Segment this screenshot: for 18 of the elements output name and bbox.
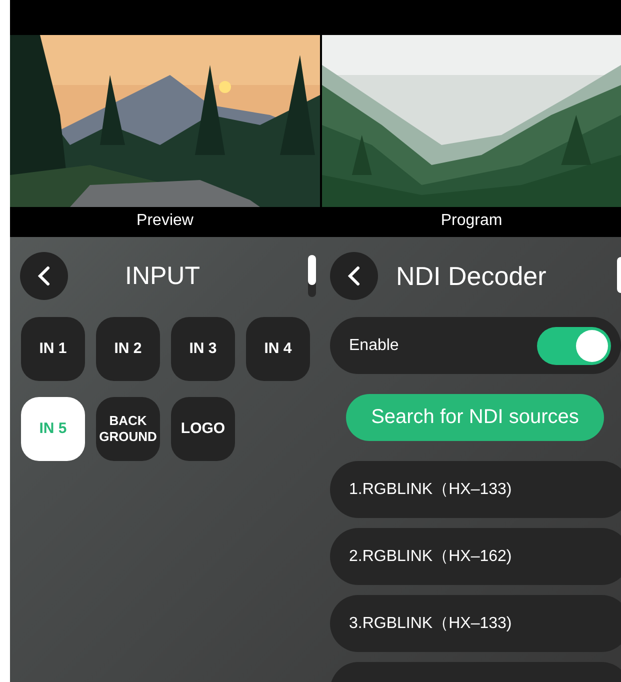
back-icon — [347, 266, 361, 286]
input-button[interactable]: IN 3 — [171, 317, 235, 381]
back-icon — [37, 266, 51, 286]
back-button[interactable] — [20, 252, 68, 300]
scroll-bar — [308, 255, 316, 297]
input-button[interactable]: BACK GROUND — [96, 397, 160, 461]
input-button[interactable]: IN 4 — [246, 317, 310, 381]
input-button[interactable]: LOGO — [171, 397, 235, 461]
input-button[interactable]: IN 1 — [21, 317, 85, 381]
source-item[interactable]: 2.RGBLINK（HX–162) — [330, 528, 621, 585]
enable-toggle[interactable] — [537, 326, 611, 364]
enable-label: Enable — [349, 336, 399, 354]
back-button[interactable] — [330, 252, 378, 300]
panel-title: NDI Decoder — [396, 260, 546, 292]
input-button[interactable]: IN 2 — [96, 317, 160, 381]
panel-title: INPUT — [125, 262, 200, 290]
source-item[interactable]: 1.RGBLINK（HX–133) — [330, 461, 621, 518]
source-item[interactable]: 3.RGBLINK（HX–133) — [330, 595, 621, 652]
